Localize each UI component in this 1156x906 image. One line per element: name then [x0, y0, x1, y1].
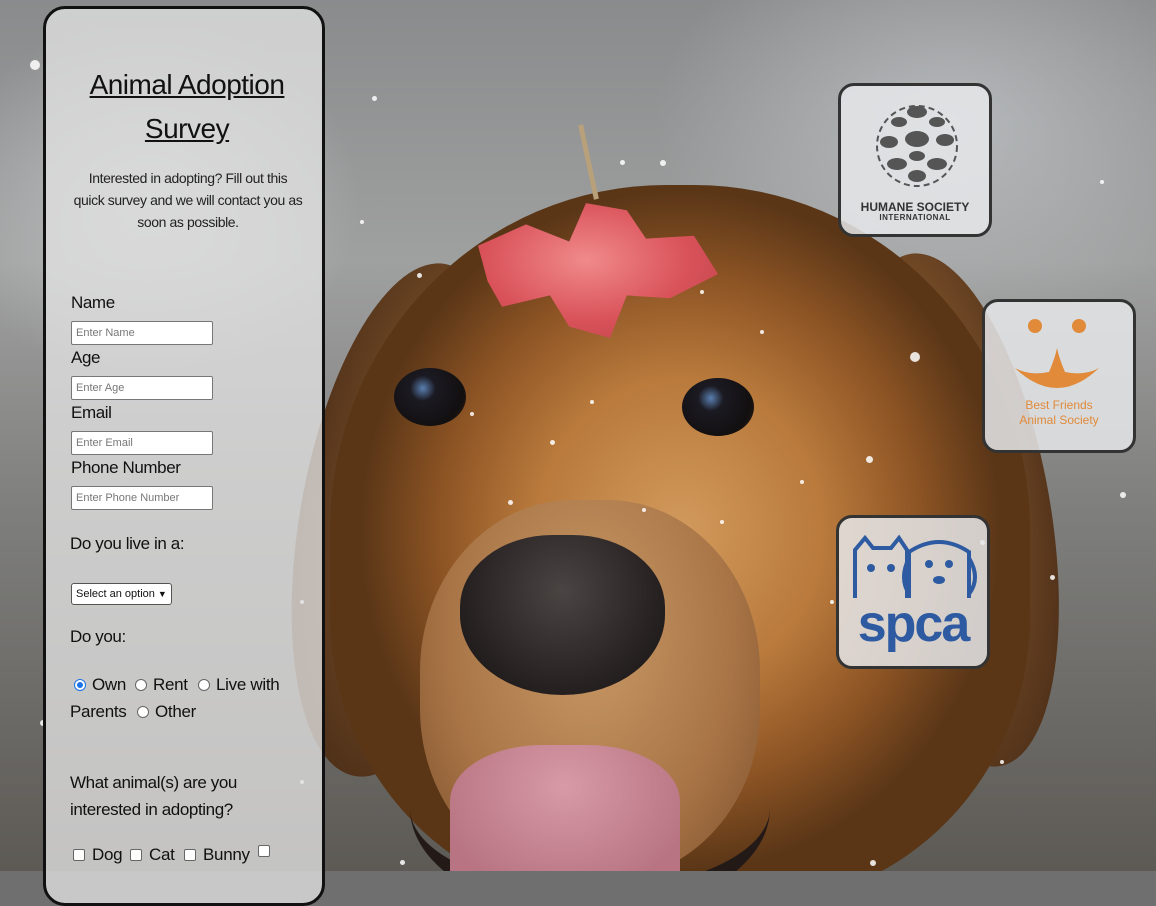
- radio-other-label: Other: [155, 702, 197, 721]
- spca-logo[interactable]: spca: [836, 515, 990, 669]
- checkbox-bunny[interactable]: Bunny: [184, 845, 250, 865]
- residence-select[interactable]: Select an option ▼: [71, 583, 172, 605]
- checkbox-dog[interactable]: Dog: [73, 845, 123, 865]
- chevron-down-icon: ▼: [157, 589, 167, 599]
- radio-rent[interactable]: Rent: [135, 675, 188, 695]
- best-friends-line1: Best Friends: [1025, 398, 1093, 412]
- radio-button[interactable]: [135, 679, 147, 691]
- age-label: Age: [71, 348, 101, 367]
- survey-card: Animal Adoption Survey Interested in ado…: [43, 6, 325, 906]
- name-label: Name: [71, 293, 115, 312]
- phone-input[interactable]: Enter Phone Number: [71, 486, 213, 510]
- radio-own-label: Own: [92, 675, 127, 694]
- radio-other[interactable]: Other: [137, 702, 196, 722]
- spca-text: spca: [857, 595, 971, 653]
- email-label: Email: [71, 403, 112, 422]
- name-input[interactable]: Enter Name: [71, 321, 213, 345]
- checkbox-dog-label: Dog: [92, 845, 123, 864]
- checkbox-next[interactable]: [258, 845, 277, 857]
- radio-parents-continued: Parents: [70, 702, 127, 722]
- humane-society-logo[interactable]: HUMANE SOCIETY INTERNATIONAL: [838, 83, 992, 237]
- radio-button[interactable]: [74, 679, 86, 691]
- phone-label: Phone Number: [71, 458, 181, 477]
- checkbox[interactable]: [130, 849, 142, 861]
- best-friends-logo[interactable]: Best Friends Animal Society: [982, 299, 1136, 453]
- checkbox-cat-label: Cat: [149, 845, 175, 864]
- residence-label: Do you live in a:: [70, 534, 185, 553]
- smiling-face-icon: [1015, 319, 1099, 388]
- checkbox[interactable]: [258, 845, 270, 857]
- ownership-label: Do you:: [70, 627, 126, 646]
- radio-button[interactable]: [198, 679, 210, 691]
- residence-select-value: Select an option: [76, 588, 155, 600]
- page-title: Animal Adoption Survey: [89, 69, 285, 144]
- radio-rent-label: Rent: [153, 675, 188, 694]
- animals-label: What animal(s) are you interested in ado…: [70, 773, 237, 819]
- humane-line2: INTERNATIONAL: [879, 213, 951, 222]
- radio-button[interactable]: [137, 706, 149, 718]
- age-input[interactable]: Enter Age: [71, 376, 213, 400]
- checkbox-bunny-label: Bunny: [203, 845, 250, 864]
- checkbox-cat[interactable]: Cat: [130, 845, 175, 865]
- animal-globe-icon: [876, 105, 958, 187]
- radio-live-with-parents[interactable]: Live with: [198, 675, 328, 695]
- email-input[interactable]: Enter Email: [71, 431, 213, 455]
- radio-parents-label-2: Parents: [70, 702, 127, 721]
- checkbox[interactable]: [184, 849, 196, 861]
- radio-parents-label: Live with: [216, 675, 280, 694]
- intro-text: Interested in adopting? Fill out this qu…: [73, 170, 303, 230]
- checkbox[interactable]: [73, 849, 85, 861]
- humane-line1: HUMANE SOCIETY: [860, 200, 970, 214]
- radio-own[interactable]: Own: [74, 675, 126, 695]
- best-friends-line2: Animal Society: [1019, 413, 1099, 427]
